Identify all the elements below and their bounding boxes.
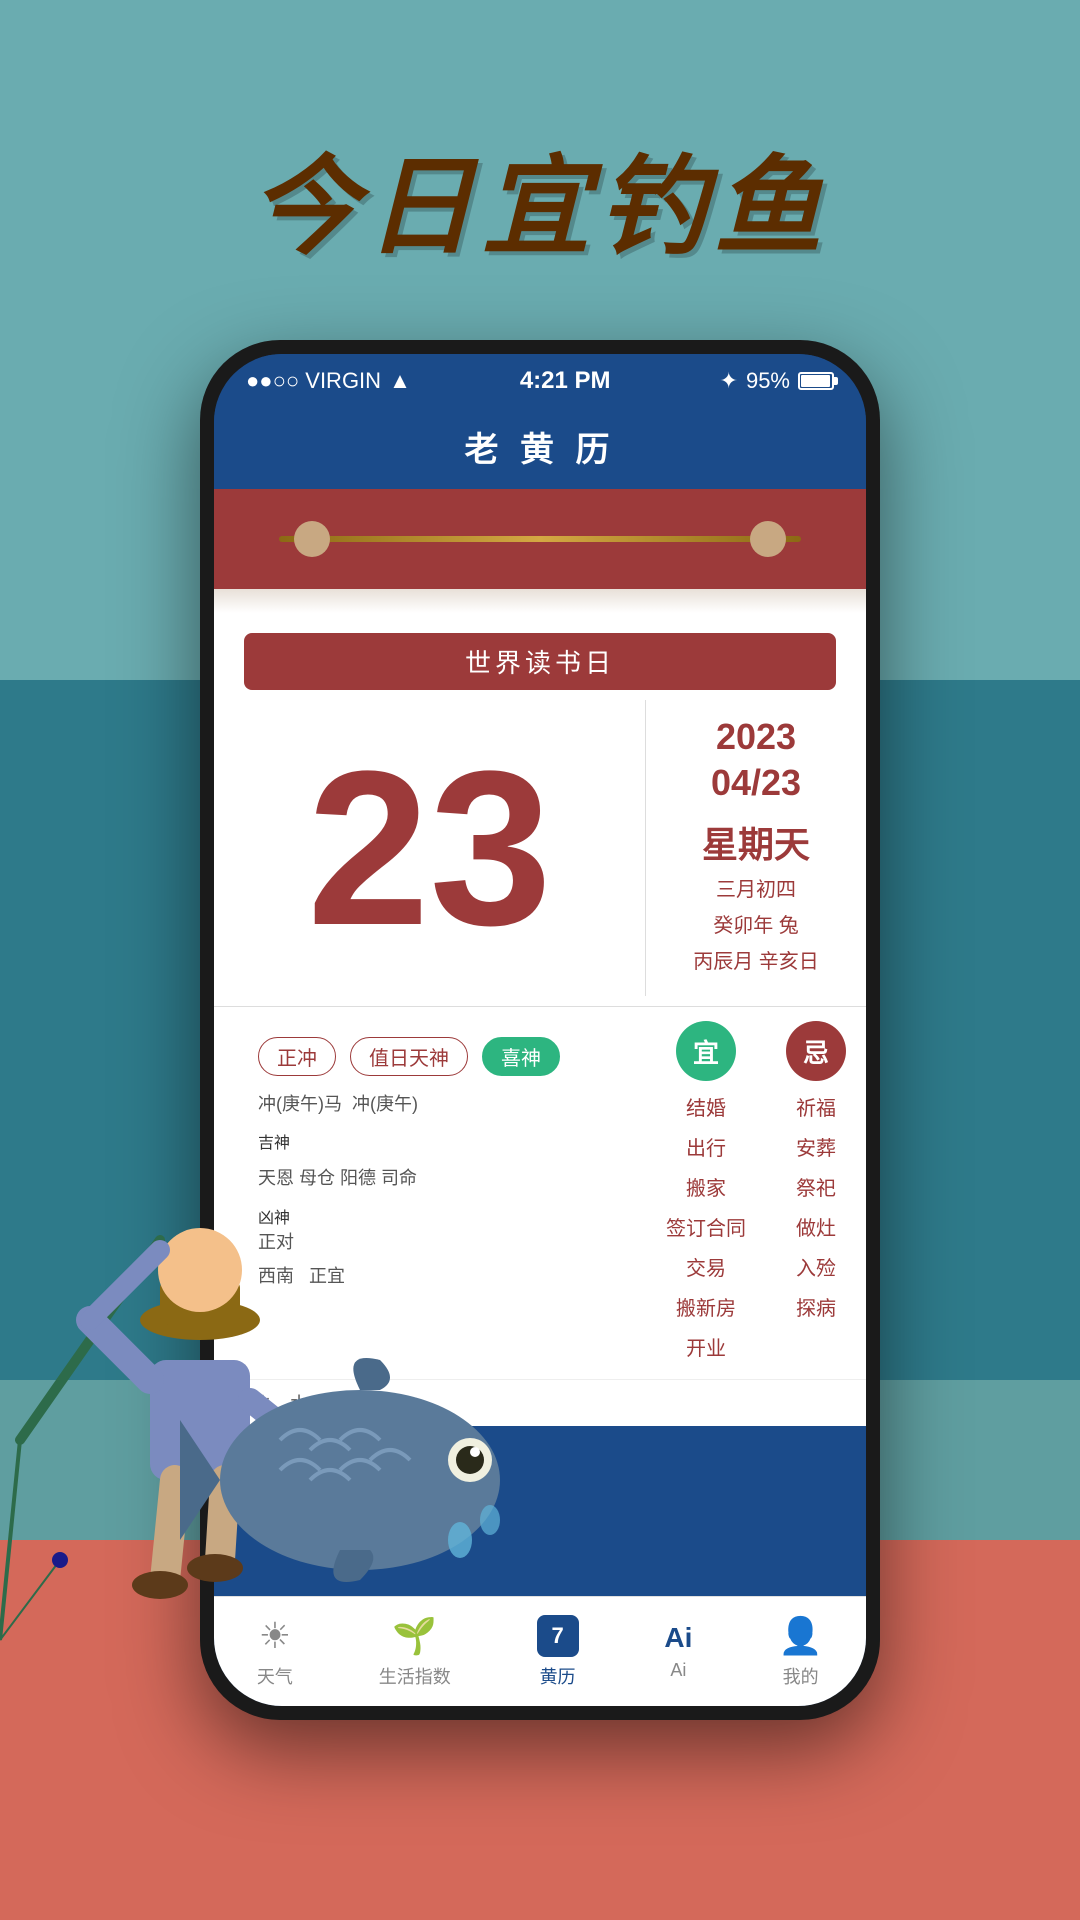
carrier-text: ●●○○ VIRGIN [246, 368, 381, 394]
calendar-top-bar [214, 489, 866, 589]
date-main-section: 23 2023 04/23 星期天 三月初四 癸卯年 兔 丙辰月 辛亥日 [214, 690, 866, 1007]
cal-rod [279, 536, 801, 542]
nav-calendar-label: 黄历 [540, 1663, 576, 1689]
lunar-info: 三月初四 癸卯年 兔 丙辰月 辛亥日 [693, 872, 819, 980]
phone-inner: ●●○○ VIRGIN ▲ 4:21 PM ✦ 95% 老 黄 历 [214, 354, 866, 1706]
main-title: 今日宜钓鱼 [0, 120, 1080, 276]
nav-calendar[interactable]: 7 黄历 [537, 1615, 579, 1689]
cal-knob-left [294, 521, 330, 557]
phone-mockup: ●●○○ VIRGIN ▲ 4:21 PM ✦ 95% 老 黄 历 [200, 340, 880, 1720]
xiongshen-area: 凶神 正对 [234, 1204, 636, 1262]
other-info-row: 东北 水 羊 [214, 1380, 866, 1426]
nav-life-label: 生活指数 [379, 1663, 451, 1689]
direction-label: 西南 [258, 1266, 294, 1286]
nav-weather-label: 天气 [257, 1663, 293, 1689]
jishen-label: 吉神 [258, 1128, 612, 1160]
bluetooth-icon: ✦ [720, 368, 738, 394]
ji-items: 祈福 安葬 祭祀 做灶 入殓 探病 [796, 1089, 836, 1329]
cal-knob-right [750, 521, 786, 557]
wifi-icon: ▲ [389, 368, 411, 394]
yiji-row: 正冲 值日天神 喜神 冲(庚午)马 冲(庚午) 吉神 天恩 母仓 阳德 司命 [214, 1007, 866, 1380]
tag-zhiri: 值日天神 [350, 1037, 468, 1076]
status-right: ✦ 95% [720, 368, 834, 394]
lunar-line1: 三月初四 [693, 872, 819, 908]
month-day-display: 04/23 [711, 762, 801, 804]
jishen-area: 吉神 天恩 母仓 阳德 司命 [234, 1120, 636, 1204]
chong-left: 冲(庚午)马 [258, 1090, 342, 1116]
nav-life-index[interactable]: 🌱 生活指数 [379, 1615, 451, 1689]
phone-outer: ●●○○ VIRGIN ▲ 4:21 PM ✦ 95% 老 黄 历 [200, 340, 880, 1720]
tags-area: 正冲 值日天神 喜神 冲(庚午)马 冲(庚午) 吉神 天恩 母仓 阳德 司命 [234, 1021, 636, 1369]
day-number: 23 [307, 738, 552, 958]
bottom-nav: ☀ 天气 🌱 生活指数 7 黄历 Ai Ai [214, 1596, 866, 1706]
direction-row: 西南 正宜 [234, 1262, 636, 1296]
position-label: 正宜 [309, 1266, 345, 1286]
weekday-display: 星期天 [702, 816, 810, 868]
yi-items: 结婚 出行 搬家 签订合同 交易 搬新房 开业 [666, 1089, 746, 1369]
chong-right: 冲(庚午) [352, 1090, 418, 1116]
ai-icon: Ai [664, 1622, 692, 1654]
life-index-icon: 🌱 [392, 1615, 437, 1657]
weather-icon: ☀ [259, 1615, 291, 1657]
water-label: 水 [290, 1390, 308, 1416]
battery-fill [801, 375, 830, 387]
status-left: ●●○○ VIRGIN ▲ [246, 368, 411, 394]
nav-weather[interactable]: ☀ 天气 [257, 1615, 293, 1689]
nav-ai[interactable]: Ai Ai [664, 1622, 692, 1681]
app-header: 老 黄 历 [214, 408, 866, 489]
torn-edge [214, 589, 866, 613]
tags-row: 正冲 值日天神 喜神 [234, 1021, 636, 1086]
xiongshen-label: 凶神 [258, 1204, 612, 1228]
yiji-badges-area: 宜 结婚 出行 搬家 签订合同 交易 搬新房 开业 [636, 1021, 846, 1369]
title-area: 今日宜钓鱼 [0, 120, 1080, 276]
holiday-banner: 世界读书日 [244, 633, 836, 690]
date-details-area: 2023 04/23 星期天 三月初四 癸卯年 兔 丙辰月 辛亥日 [646, 700, 866, 996]
lucky-animal: 羊 [328, 1390, 346, 1416]
lunar-line3: 丙辰月 辛亥日 [693, 944, 819, 980]
year-display: 2023 [716, 716, 796, 758]
xiongshen-values: 正对 [258, 1228, 612, 1254]
battery-percent: 95% [746, 368, 790, 394]
ji-column: 忌 祈福 安葬 祭祀 做灶 入殓 探病 [786, 1021, 846, 1329]
calendar-icon: 7 [537, 1615, 579, 1657]
profile-icon: 👤 [778, 1615, 823, 1657]
battery-icon [798, 372, 834, 390]
nav-profile[interactable]: 👤 我的 [778, 1615, 823, 1689]
date-number-area: 23 [214, 700, 646, 996]
lunar-line2: 癸卯年 兔 [693, 908, 819, 944]
chong-row: 冲(庚午)马 冲(庚午) [234, 1086, 636, 1120]
ji-badge: 忌 [786, 1021, 846, 1081]
yi-badge: 宜 [676, 1021, 736, 1081]
direction-north: 东北 [234, 1390, 270, 1416]
yi-column: 宜 结婚 出行 搬家 签订合同 交易 搬新房 开业 [666, 1021, 746, 1369]
calendar-content: 世界读书日 23 2023 04/23 星期天 三月初四 癸卯年 兔 丙辰月 辛… [214, 613, 866, 1426]
status-bar: ●●○○ VIRGIN ▲ 4:21 PM ✦ 95% [214, 354, 866, 408]
tag-zhengchong: 正冲 [258, 1037, 336, 1076]
tag-xishen: 喜神 [482, 1037, 560, 1076]
jishen-values: 天恩 母仓 阳德 司命 [258, 1160, 612, 1196]
nav-ai-label: Ai [670, 1660, 686, 1681]
time-display: 4:21 PM [520, 367, 611, 395]
nav-profile-label: 我的 [783, 1663, 819, 1689]
